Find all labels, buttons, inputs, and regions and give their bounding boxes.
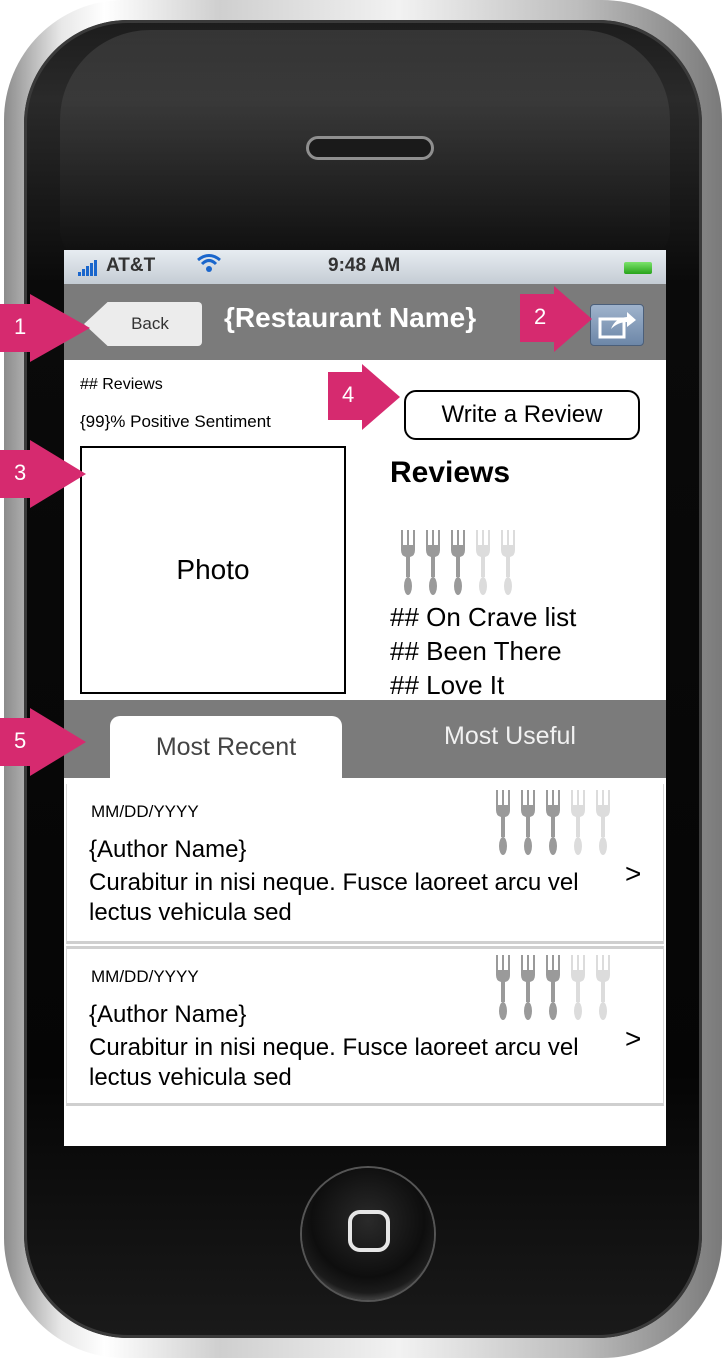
fork-empty-icon <box>568 790 588 856</box>
photo-label: Photo <box>176 554 250 585</box>
share-icon <box>598 312 636 339</box>
fork-filled-icon <box>448 530 468 596</box>
review-author: {Author Name} <box>89 836 247 863</box>
callout-2: 2 <box>520 286 592 352</box>
callout-1: 1 <box>0 294 90 362</box>
chevron-right-icon: > <box>625 1023 642 1054</box>
write-review-button[interactable]: Write a Review <box>404 390 640 440</box>
back-button[interactable]: Back <box>84 302 202 346</box>
review-date: MM/DD/YYYY <box>91 967 199 986</box>
callout-number: 1 <box>14 314 27 339</box>
fork-filled-icon <box>423 530 443 596</box>
review-date: MM/DD/YYYY <box>91 802 199 821</box>
rating-forks <box>398 530 518 596</box>
fork-empty-icon <box>473 530 493 596</box>
review-tabs: Most Recent Most Useful <box>64 700 666 778</box>
signal-icon <box>78 260 98 276</box>
wifi-icon <box>196 252 222 280</box>
earpiece-speaker <box>306 136 434 160</box>
status-time: 9:48 AM <box>328 255 401 276</box>
stat-crave-list: ## On Crave list <box>390 602 577 632</box>
back-button-label: Back <box>131 314 169 333</box>
review-list-item[interactable]: MM/DD/YYYY {Author Name} Curabitur in ni… <box>66 784 664 944</box>
callout-4: 4 <box>328 364 400 430</box>
fork-empty-icon <box>593 790 613 856</box>
battery-icon <box>624 262 652 274</box>
callout-number: 4 <box>342 382 355 407</box>
home-square-icon <box>348 1210 390 1252</box>
fork-filled-icon <box>543 790 563 856</box>
carrier-label: AT&T <box>106 255 156 276</box>
review-rating-forks <box>493 955 613 1021</box>
sentiment-text: {99}% Positive Sentiment <box>80 412 271 431</box>
restaurant-photo[interactable]: Photo <box>80 446 346 694</box>
callout-number: 3 <box>14 460 27 485</box>
review-excerpt: Curabitur in nisi neque. Fusce laoreet a… <box>89 869 579 926</box>
fork-empty-icon <box>498 530 518 596</box>
review-rating-forks <box>493 790 613 856</box>
callout-5: 5 <box>0 708 86 776</box>
fork-filled-icon <box>518 955 538 1021</box>
callout-3: 3 <box>0 440 86 508</box>
fork-empty-icon <box>593 955 613 1021</box>
chevron-right-icon: > <box>625 858 642 889</box>
stat-love-it: ## Love It <box>390 670 505 700</box>
fork-empty-icon <box>568 955 588 1021</box>
reviews-heading: Reviews <box>390 456 511 489</box>
tab-most-recent[interactable]: Most Recent <box>110 716 342 778</box>
page-title: {Restaurant Name} <box>224 302 477 333</box>
callout-number: 2 <box>534 304 547 329</box>
review-author: {Author Name} <box>89 1001 247 1028</box>
fork-filled-icon <box>398 530 418 596</box>
reviews-count: ## Reviews <box>80 376 163 393</box>
fork-filled-icon <box>518 790 538 856</box>
fork-filled-icon <box>493 790 513 856</box>
review-excerpt: Curabitur in nisi neque. Fusce laoreet a… <box>89 1034 579 1091</box>
callout-number: 5 <box>14 728 27 753</box>
status-bar: AT&T 9:48 AM <box>64 250 666 284</box>
review-list-item[interactable]: MM/DD/YYYY {Author Name} Curabitur in ni… <box>66 946 664 1106</box>
tab-most-useful[interactable]: Most Useful <box>410 722 610 762</box>
fork-filled-icon <box>543 955 563 1021</box>
fork-filled-icon <box>493 955 513 1021</box>
share-button[interactable] <box>590 304 644 346</box>
stat-been-there: ## Been There <box>390 636 562 666</box>
